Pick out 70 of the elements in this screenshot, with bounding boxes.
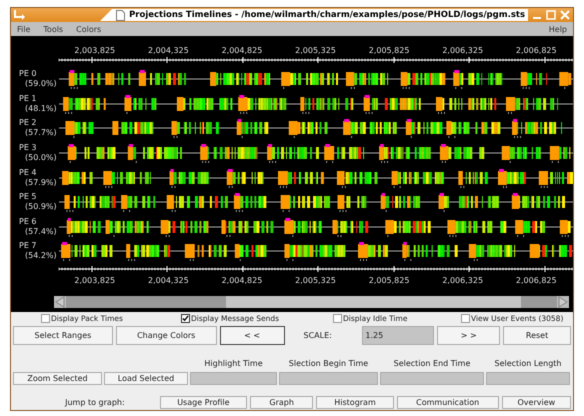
axis-label: 2,005,825 [368, 46, 410, 57]
processor-label: PE 3 [19, 143, 38, 154]
checkbox[interactable] [461, 314, 470, 323]
document-icon [116, 10, 126, 20]
arrow-icon [14, 10, 26, 20]
processor-label: PE 1 [19, 94, 38, 104]
menu-item[interactable]: Help [548, 24, 567, 34]
toolbar-button[interactable]: > > [437, 326, 500, 345]
menu-item[interactable]: Colors [76, 24, 102, 34]
processor-label: PE 6 [19, 216, 38, 227]
usage-percent: (59.0%) [24, 79, 58, 90]
axis-label: 2,004,325 [147, 276, 190, 287]
axis-label: 2,005,325 [294, 46, 337, 57]
selection-button[interactable]: Load Selected [104, 372, 188, 385]
scale-label: SCALE: [302, 330, 333, 342]
axis-label: 2,006,825 [514, 276, 558, 287]
axis-label: 2,006,825 [514, 46, 558, 57]
field-label: Highlight Time [203, 359, 264, 370]
scroll-left-icon[interactable] [54, 296, 66, 308]
usage-percent: (50.9%) [24, 202, 58, 212]
axis-label: 2,003,825 [73, 46, 116, 57]
toolbar-button[interactable]: Reset [503, 326, 571, 345]
time-field[interactable] [190, 372, 277, 385]
processor-label: PE 5 [19, 192, 38, 202]
usage-percent: (57.4%) [24, 226, 58, 237]
checkbox[interactable] [41, 314, 50, 323]
graph-button[interactable]: Graph [250, 396, 314, 409]
scroll-right-icon[interactable] [557, 296, 569, 308]
usage-percent: (54.2%) [24, 251, 58, 262]
axis-label: 2,004,825 [220, 46, 264, 57]
field-label: Selection Length [493, 359, 562, 370]
axis-label: 2,003,825 [73, 276, 116, 287]
maximize-icon[interactable] [546, 10, 556, 20]
graph-button[interactable]: Overview [502, 396, 572, 409]
selection-button[interactable]: Zoom Selected [13, 372, 102, 385]
axis-label: 2,005,325 [294, 276, 337, 287]
jump-label: Jump to graph: [64, 398, 126, 407]
checkbox[interactable] [333, 314, 342, 323]
scrollbar[interactable] [54, 296, 569, 308]
axis-label: 2,004,825 [220, 276, 264, 287]
scale-field[interactable]: 1.25 [362, 326, 434, 345]
processor-label: PE 2 [19, 118, 38, 128]
time-field[interactable] [486, 372, 570, 385]
scrollbar-thumb[interactable] [226, 296, 521, 308]
usage-percent: (57.9%) [24, 178, 58, 188]
graph-button[interactable]: Histogram [316, 396, 394, 409]
usage-percent: (50.0%) [24, 153, 58, 164]
time-field[interactable] [380, 372, 484, 385]
checkbox[interactable] [181, 314, 190, 323]
processor-label: PE 4 [19, 168, 38, 178]
field-label: Slection Begin Time [288, 359, 370, 370]
graph-button[interactable]: Usage Profile [160, 396, 247, 409]
axis-label: 2,006,325 [441, 46, 484, 57]
toolbar-button[interactable]: Select Ranges [13, 326, 113, 345]
processor-label: PE 7 [19, 241, 38, 252]
close-icon[interactable] [560, 10, 570, 20]
graph-button[interactable]: Communication [396, 396, 499, 409]
field-label: Selection End Time [392, 359, 472, 370]
time-field[interactable] [279, 372, 378, 385]
menu-item[interactable]: Tools [43, 24, 64, 34]
usage-percent: (57.7%) [24, 128, 58, 138]
usage-percent: (48.1%) [24, 104, 58, 114]
axis-label: 2,004,325 [147, 46, 190, 57]
window-title: Projections Timelines - /home/wilmarth/charm/examples/pose/PHOLD/logs/pgm.sts [100, 9, 528, 21]
toolbar-button[interactable]: < < [220, 326, 284, 345]
processor-label: PE 0 [19, 69, 38, 80]
toolbar-button[interactable]: Change Colors [116, 326, 217, 345]
menu-item[interactable]: File [17, 24, 30, 34]
axis-label: 2,005,825 [368, 276, 410, 287]
axis-label: 2,006,325 [441, 276, 484, 287]
